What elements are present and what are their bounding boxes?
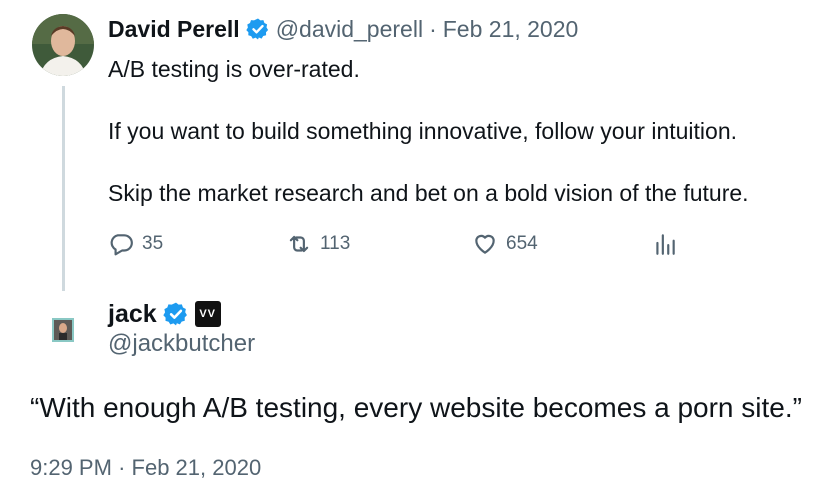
tweet-line: If you want to build something innovativ… (108, 118, 738, 144)
analytics-icon (656, 234, 675, 255)
parent-tweet-header: David Perell @david_perell · Feb 21, 202… (108, 14, 578, 44)
tweet-line: A/B testing is over-rated. (108, 56, 360, 82)
heart-icon (475, 234, 495, 254)
dot-separator: · (429, 16, 437, 42)
dot-separator: · (118, 455, 126, 480)
retweet-icon (289, 235, 309, 253)
reply-count: 35 (142, 233, 164, 254)
verified-badge-icon (162, 301, 189, 327)
like-count: 654 (506, 233, 538, 254)
author-handle[interactable]: @david_perell (276, 14, 423, 44)
like-button[interactable]: 654 (472, 231, 652, 257)
tweet-timestamp[interactable]: 9:29 PM · Feb 21, 2020 (30, 455, 261, 481)
tweet-date: Feb 21, 2020 (131, 455, 262, 480)
author-name[interactable]: David Perell (108, 14, 240, 44)
tweet-time: 9:29 PM (30, 455, 112, 480)
retweet-button[interactable]: 113 (286, 231, 472, 257)
reply-icon (110, 234, 133, 256)
reply-tweet-header: jack VV (108, 298, 221, 330)
thread-connector-line (62, 86, 65, 291)
reply-button[interactable]: 35 (108, 231, 286, 257)
tweet-action-bar: 35 113 654 (108, 228, 686, 260)
retweet-count: 113 (320, 233, 351, 254)
avatar-david-perell[interactable] (32, 14, 94, 76)
affiliate-logo-badge[interactable]: VV (194, 301, 221, 327)
reply-tweet-text: “With enough A/B testing, every website … (30, 392, 802, 423)
tweet-line: Skip the market research and bet on a bo… (108, 180, 749, 206)
verified-badge-icon (245, 17, 270, 41)
analytics-button[interactable] (652, 231, 686, 257)
parent-tweet-text: A/B testing is over-rated. If you want t… (108, 54, 828, 209)
avatar-jack[interactable] (52, 318, 74, 342)
author-name[interactable]: jack (108, 298, 157, 330)
author-handle[interactable]: @jackbutcher (108, 330, 255, 358)
tweet-date[interactable]: Feb 21, 2020 (443, 14, 579, 44)
